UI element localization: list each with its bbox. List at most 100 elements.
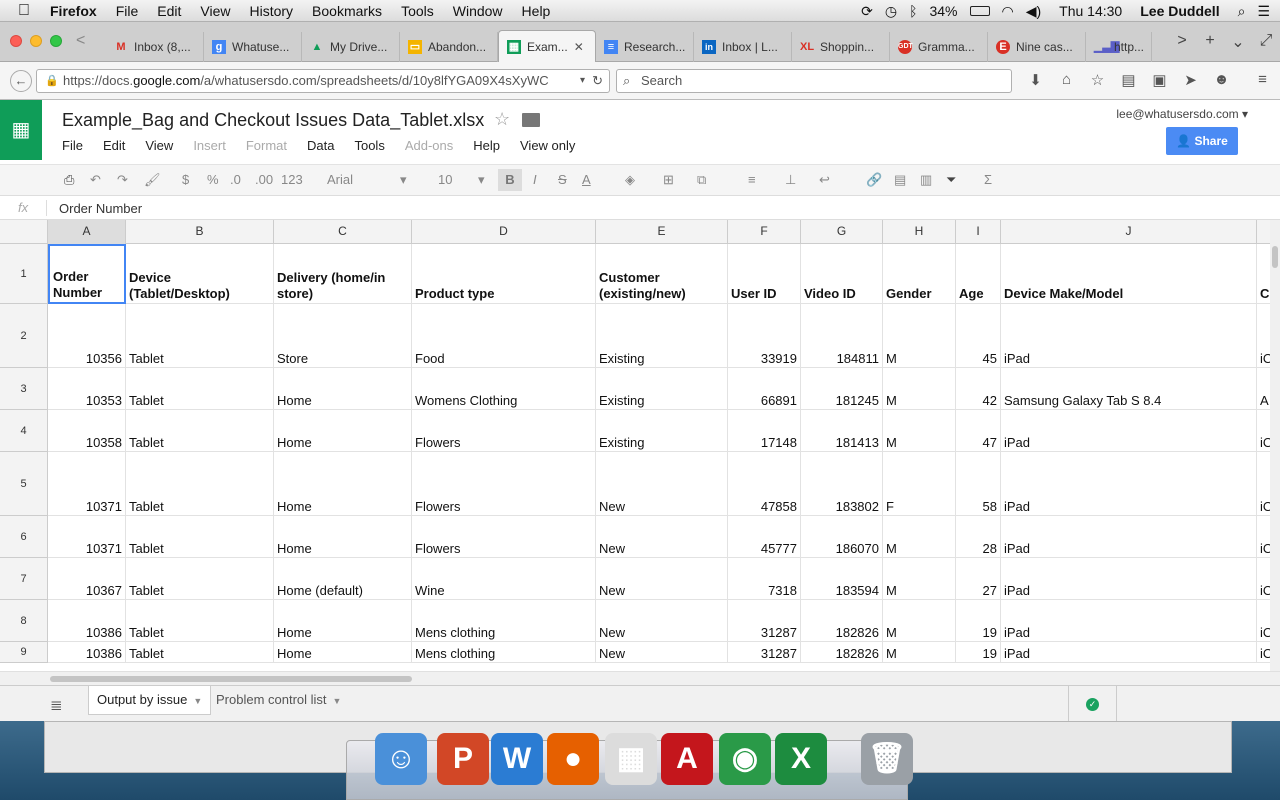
- star-icon[interactable]: ☆: [494, 109, 510, 130]
- menu-help[interactable]: Help: [522, 3, 551, 19]
- acrobat-icon[interactable]: A: [661, 733, 713, 785]
- browser-tab[interactable]: M Inbox (8,...: [106, 32, 204, 62]
- column-header[interactable]: F: [728, 220, 801, 244]
- menu-edit[interactable]: Edit: [157, 3, 181, 19]
- menu-file[interactable]: File: [116, 3, 139, 19]
- data-cell[interactable]: 31287: [728, 600, 801, 642]
- all-sheets-icon[interactable]: ≣: [50, 696, 63, 714]
- data-cell[interactable]: 181413: [801, 410, 883, 452]
- tab-scroll-right-icon[interactable]: >: [1168, 32, 1196, 52]
- search-field[interactable]: ⌕ Search: [616, 69, 1012, 93]
- data-cell[interactable]: F: [883, 452, 956, 516]
- data-cell[interactable]: iO: [1257, 452, 1270, 516]
- spotlight-icon[interactable]: ⌕: [1238, 3, 1246, 20]
- data-cell[interactable]: 183594: [801, 558, 883, 600]
- data-cell[interactable]: New: [596, 600, 728, 642]
- data-cell[interactable]: 27: [956, 558, 1001, 600]
- menu-app-name[interactable]: Firefox: [50, 3, 97, 19]
- browser-tab[interactable]: XL Shoppin...: [792, 32, 890, 62]
- url-bar[interactable]: 🔒 https://docs.google.com/a/whatusersdo.…: [36, 69, 610, 93]
- data-cell[interactable]: Home (default): [274, 558, 412, 600]
- menu-view[interactable]: View: [200, 3, 230, 19]
- row-header[interactable]: 9: [0, 642, 48, 663]
- select-all-corner[interactable]: [0, 220, 48, 244]
- data-cell[interactable]: Home: [274, 516, 412, 558]
- decrease-decimal-button[interactable]: .0: [230, 172, 241, 187]
- battery-percent[interactable]: 34%: [929, 3, 957, 19]
- insert-chart-icon[interactable]: ▥: [920, 172, 932, 188]
- insert-comment-icon[interactable]: ▤: [894, 172, 906, 188]
- tab-list-icon[interactable]: ⌄: [1224, 32, 1252, 52]
- sheets-menu-tools[interactable]: Tools: [354, 138, 384, 153]
- data-cell[interactable]: Tablet: [126, 304, 274, 368]
- header-cell[interactable]: Device (Tablet/Desktop): [126, 244, 274, 304]
- text-color-button[interactable]: A: [582, 172, 591, 187]
- data-cell[interactable]: iPad: [1001, 558, 1257, 600]
- header-cell[interactable]: Video ID: [801, 244, 883, 304]
- merge-cells-icon[interactable]: ⧉: [697, 172, 706, 188]
- reload-icon[interactable]: ↻: [592, 70, 603, 92]
- borders-icon[interactable]: ⊞: [663, 172, 674, 188]
- data-cell[interactable]: M: [883, 600, 956, 642]
- word-icon[interactable]: W: [491, 733, 543, 785]
- data-cell[interactable]: M: [883, 516, 956, 558]
- column-header[interactable]: [1257, 220, 1270, 244]
- bookmark-star-icon[interactable]: ☆: [1082, 71, 1113, 89]
- header-cell[interactable]: Order Number: [48, 244, 126, 304]
- data-cell[interactable]: 47858: [728, 452, 801, 516]
- horizontal-scroll-thumb[interactable]: [50, 676, 412, 682]
- data-cell[interactable]: iPad: [1001, 452, 1257, 516]
- minimize-window-button[interactable]: [30, 35, 42, 47]
- column-header[interactable]: I: [956, 220, 1001, 244]
- browser-tab[interactable]: GDT Gramma...: [890, 32, 988, 62]
- font-size-select[interactable]: 10: [438, 172, 452, 187]
- clock[interactable]: Thu 14:30: [1059, 3, 1122, 19]
- data-cell[interactable]: Home: [274, 410, 412, 452]
- horizontal-scrollbar[interactable]: [0, 671, 1280, 685]
- sheets-menu-help[interactable]: Help: [473, 138, 500, 153]
- fill-color-icon[interactable]: ◈: [625, 172, 635, 188]
- finder-icon[interactable]: ☺: [375, 733, 427, 785]
- download-icon[interactable]: ⬇: [1020, 71, 1051, 89]
- data-cell[interactable]: Home: [274, 642, 412, 663]
- browser-tab[interactable]: g Whatuse...: [204, 32, 302, 62]
- vertical-scroll-thumb[interactable]: [1272, 246, 1278, 268]
- zoom-window-button[interactable]: [50, 35, 62, 47]
- data-cell[interactable]: 10367: [48, 558, 126, 600]
- data-cell[interactable]: Food: [412, 304, 596, 368]
- browser-tab[interactable]: ▲ My Drive...: [302, 32, 400, 62]
- header-cell[interactable]: Delivery (home/in store): [274, 244, 412, 304]
- menu-bookmarks[interactable]: Bookmarks: [312, 3, 382, 19]
- battery-icon[interactable]: [969, 6, 990, 16]
- data-cell[interactable]: Home: [274, 600, 412, 642]
- data-cell[interactable]: 66891: [728, 368, 801, 410]
- folder-icon[interactable]: [522, 113, 540, 127]
- data-cell[interactable]: Wine: [412, 558, 596, 600]
- menu-window[interactable]: Window: [453, 3, 503, 19]
- data-cell[interactable]: New: [596, 516, 728, 558]
- firefox-icon[interactable]: ●: [547, 733, 599, 785]
- data-cell[interactable]: 47: [956, 410, 1001, 452]
- sheets-menu-view[interactable]: View: [145, 138, 173, 153]
- text-wrap-icon[interactable]: ↩: [819, 172, 830, 188]
- italic-button[interactable]: I: [533, 172, 537, 187]
- data-cell[interactable]: Existing: [596, 304, 728, 368]
- data-cell[interactable]: 183802: [801, 452, 883, 516]
- data-cell[interactable]: 181245: [801, 368, 883, 410]
- data-cell[interactable]: Tablet: [126, 452, 274, 516]
- chat-icon[interactable]: ☻: [1206, 71, 1237, 89]
- vertical-scrollbar[interactable]: [1270, 220, 1280, 671]
- close-window-button[interactable]: [10, 35, 22, 47]
- header-cell[interactable]: Gender: [883, 244, 956, 304]
- time-machine-icon[interactable]: ◷: [885, 3, 897, 20]
- data-cell[interactable]: iPad: [1001, 304, 1257, 368]
- strikethrough-button[interactable]: S: [558, 172, 567, 187]
- trash-icon[interactable]: 🗑: [861, 733, 913, 785]
- functions-icon[interactable]: Σ: [984, 172, 992, 187]
- data-cell[interactable]: Mens clothing: [412, 600, 596, 642]
- sheets-menu-data[interactable]: Data: [307, 138, 334, 153]
- row-header[interactable]: 4: [0, 410, 48, 452]
- data-cell[interactable]: iO: [1257, 410, 1270, 452]
- sheet-tab-dropdown-icon[interactable]: ▼: [193, 696, 202, 706]
- row-header[interactable]: 2: [0, 304, 48, 368]
